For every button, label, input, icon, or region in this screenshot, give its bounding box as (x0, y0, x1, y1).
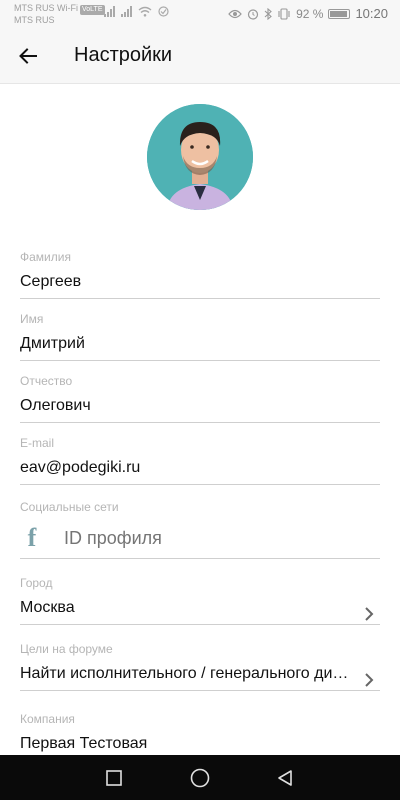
last-name-label: Фамилия (20, 250, 71, 264)
recents-button[interactable] (101, 765, 127, 791)
signal-icon (121, 6, 132, 17)
circle-icon (190, 768, 210, 788)
divider (20, 558, 380, 559)
patronymic-field[interactable]: Отчество Олегович (20, 374, 380, 423)
divider (20, 690, 380, 691)
email-label: E-mail (20, 436, 55, 450)
square-icon (106, 770, 122, 786)
facebook-icon: f (27, 523, 37, 552)
social-networks-field: Социальные сети f (20, 500, 380, 559)
divider (20, 360, 380, 361)
home-button[interactable] (187, 765, 213, 791)
carrier-info: MTS RUS Wi-Fi VoLTE MTS RUS (14, 3, 105, 25)
bluetooth-icon (264, 7, 272, 20)
chevron-right-icon[interactable] (362, 604, 376, 624)
social-networks-label: Социальные сети (20, 500, 119, 514)
eye-icon (228, 9, 242, 18)
status-left-icons (104, 6, 169, 17)
avatar-photo (147, 104, 253, 210)
last-name-value[interactable]: Сергеев (20, 272, 380, 292)
divider (20, 298, 380, 299)
status-right-icons: 92 % 10:20 (228, 6, 388, 21)
facebook-row: f (20, 523, 380, 552)
back-button[interactable] (14, 42, 42, 70)
forum-goals-field[interactable]: Цели на форуме Найти исполнительного / г… (20, 642, 380, 691)
city-value[interactable]: Москва (20, 598, 380, 618)
divider (20, 484, 380, 485)
patronymic-value[interactable]: Олегович (20, 396, 380, 416)
company-field[interactable]: Компания Первая Тестовая (20, 712, 380, 754)
clock: 10:20 (355, 6, 388, 21)
status-bar: MTS RUS Wi-Fi VoLTE MTS RUS 92 % 10:20 (0, 0, 400, 28)
back-nav-button[interactable] (272, 765, 298, 791)
email-value[interactable]: eav@podegiki.ru (20, 458, 380, 478)
chevron-right-icon[interactable] (362, 670, 376, 690)
city-field[interactable]: Город Москва (20, 576, 380, 625)
divider (20, 624, 380, 625)
system-navigation-bar (0, 755, 400, 800)
company-value[interactable]: Первая Тестовая (20, 734, 380, 754)
carrier-name: MTS RUS Wi-Fi (14, 3, 78, 13)
arrow-left-icon (19, 48, 37, 64)
battery-icon (328, 8, 351, 19)
volte-badge: VoLTE (80, 5, 105, 15)
email-field[interactable]: E-mail eav@podegiki.ru (20, 436, 380, 485)
signal-icon (104, 6, 115, 17)
divider (20, 422, 380, 423)
wifi-icon (138, 6, 152, 17)
facebook-id-input[interactable] (64, 524, 380, 552)
battery-percent: 92 % (296, 6, 324, 21)
last-name-field[interactable]: Фамилия Сергеев (20, 250, 380, 299)
forum-goals-value[interactable]: Найти исполнительного / генерального дир… (20, 664, 380, 684)
patronymic-label: Отчество (20, 374, 73, 388)
alarm-icon (247, 8, 259, 20)
first-name-label: Имя (20, 312, 44, 326)
profile-avatar[interactable] (147, 104, 253, 210)
forum-goals-label: Цели на форуме (20, 642, 113, 656)
page-title: Настройки (74, 44, 173, 66)
company-label: Компания (20, 712, 75, 726)
vibrate-icon (278, 7, 290, 20)
app-bar: Настройки (0, 28, 400, 84)
carrier-name-2: MTS RUS (14, 15, 55, 25)
data-saver-icon (158, 6, 169, 17)
city-label: Город (20, 576, 53, 590)
triangle-back-icon (278, 770, 292, 786)
first-name-value[interactable]: Дмитрий (20, 334, 380, 354)
first-name-field[interactable]: Имя Дмитрий (20, 312, 380, 361)
